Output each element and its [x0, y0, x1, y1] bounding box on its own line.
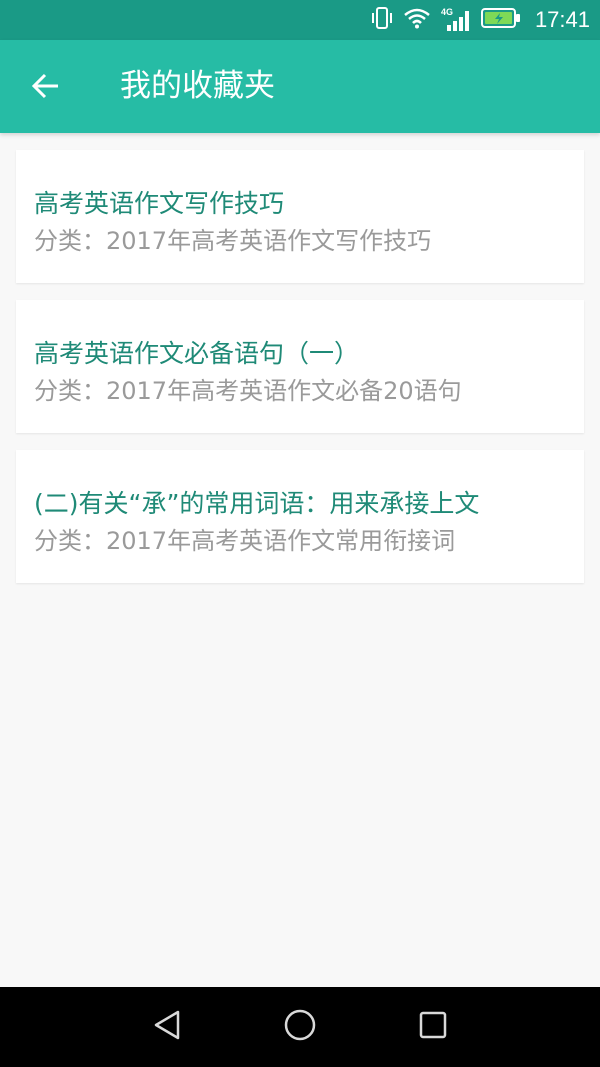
page-title: 我的收藏夹	[120, 68, 275, 104]
favorite-item[interactable]: 高考英语作文必备语句（一） 分类：2017年高考英语作文必备20语句	[16, 300, 584, 433]
status-time: 17:41	[534, 7, 590, 32]
nav-home-button[interactable]	[280, 1007, 320, 1047]
favorite-item-category: 分类：2017年高考英语作文必备20语句	[34, 377, 462, 405]
favorite-item-category: 分类：2017年高考英语作文写作技巧	[34, 227, 432, 255]
app-bar: 我的收藏夹	[0, 40, 600, 133]
back-triangle-icon	[152, 1009, 182, 1045]
favorite-item[interactable]: 高考英语作文写作技巧 分类：2017年高考英语作文写作技巧	[16, 150, 584, 283]
battery-charging-icon	[480, 7, 521, 33]
nav-recents-button[interactable]	[413, 1007, 453, 1047]
recents-square-icon	[418, 1010, 448, 1044]
favorites-list: 高考英语作文写作技巧 分类：2017年高考英语作文写作技巧 高考英语作文必备语句…	[16, 150, 584, 600]
favorite-item-category: 分类：2017年高考英语作文常用衔接词	[34, 527, 456, 555]
signal-icon: 4G	[441, 7, 471, 33]
system-nav-bar	[0, 987, 600, 1067]
vibrate-icon	[371, 6, 393, 34]
favorite-item-title: 高考英语作文必备语句（一）	[34, 339, 360, 368]
back-button[interactable]	[22, 64, 70, 112]
favorite-item-title: 高考英语作文写作技巧	[34, 189, 285, 218]
favorite-item-title: (二)有关“承”的常用词语：用来承接上文	[34, 489, 480, 518]
arrow-left-icon	[31, 72, 61, 104]
status-bar: 4G 17:41	[0, 0, 600, 40]
home-circle-icon	[283, 1008, 317, 1046]
nav-back-button[interactable]	[147, 1007, 187, 1047]
screen: 4G 17:41 我的收藏夹 高考英语作文写作技巧 分类：2017年高考英语作文…	[0, 0, 600, 1067]
favorite-item[interactable]: (二)有关“承”的常用词语：用来承接上文 分类：2017年高考英语作文常用衔接词	[16, 450, 584, 583]
wifi-icon	[403, 7, 431, 33]
status-icons: 4G 17:41	[371, 0, 590, 40]
